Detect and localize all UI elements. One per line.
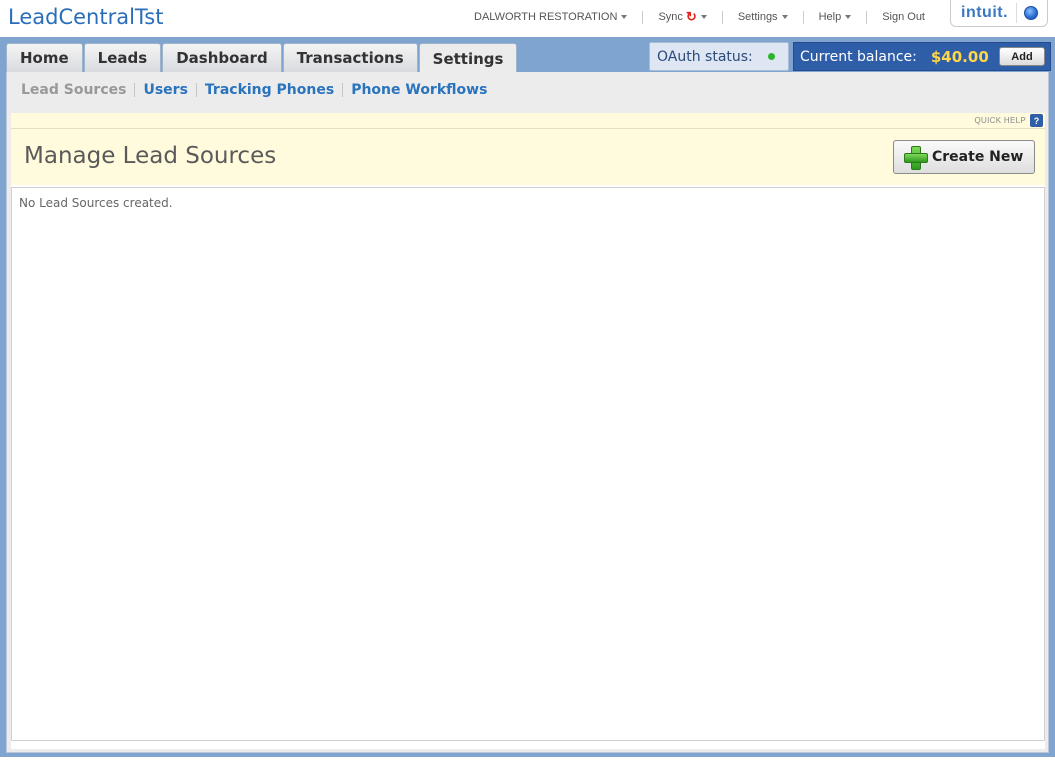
divider xyxy=(866,10,868,24)
page-title: Manage Lead Sources xyxy=(24,143,277,169)
quick-help-label[interactable]: QUICK HELP xyxy=(975,116,1026,125)
title-bar: Manage Lead Sources Create New xyxy=(11,129,1045,185)
tab-settings[interactable]: Settings xyxy=(418,43,518,73)
create-new-label: Create New xyxy=(932,149,1024,165)
divider xyxy=(1016,3,1018,23)
settings-menu-label: Settings xyxy=(737,11,778,23)
intuit-logo[interactable]: intuit. xyxy=(950,0,1048,27)
tab-transactions[interactable]: Transactions xyxy=(282,43,418,72)
oauth-status: OAuth status: xyxy=(649,42,789,71)
intuit-logo-text: intuit. xyxy=(961,4,1009,21)
add-funds-button[interactable]: Add xyxy=(999,47,1045,66)
status-dot-icon xyxy=(767,53,775,60)
subnav-users[interactable]: Users xyxy=(143,82,187,98)
sync-menu[interactable]: Sync ↻ xyxy=(658,9,707,25)
create-new-button[interactable]: Create New xyxy=(893,140,1035,174)
divider xyxy=(642,10,644,24)
company-menu-label: DALWORTH RESTORATION xyxy=(474,11,618,23)
chevron-down-icon xyxy=(700,15,707,19)
tab-home[interactable]: Home xyxy=(6,43,83,72)
main-frame: Home Leads Dashboard Transactions Settin… xyxy=(0,37,1055,757)
lead-sources-panel: QUICK HELP ? Manage Lead Sources Create … xyxy=(11,113,1045,749)
tab-dashboard[interactable]: Dashboard xyxy=(162,43,282,72)
sign-out-link[interactable]: Sign Out xyxy=(882,11,925,23)
globe-icon xyxy=(1024,6,1039,20)
divider xyxy=(721,10,723,24)
balance-panel: Current balance: $40.00 Add xyxy=(793,42,1051,71)
plus-icon xyxy=(904,146,928,170)
main-tabs: Home Leads Dashboard Transactions Settin… xyxy=(6,43,518,73)
divider xyxy=(342,83,344,97)
balance-label: Current balance: xyxy=(800,48,917,65)
company-menu[interactable]: DALWORTH RESTORATION xyxy=(474,11,628,23)
lead-sources-list: No Lead Sources created. xyxy=(11,187,1045,741)
chevron-down-icon xyxy=(845,15,852,19)
sync-menu-label: Sync xyxy=(658,11,683,23)
oauth-status-label: OAuth status: xyxy=(657,48,753,65)
settings-subnav: Lead Sources Users Tracking Phones Phone… xyxy=(21,82,487,98)
app-title[interactable]: LeadCentralTst xyxy=(8,5,163,29)
settings-content: Lead Sources Users Tracking Phones Phone… xyxy=(6,72,1049,753)
divider xyxy=(195,83,197,97)
divider xyxy=(134,83,136,97)
subnav-lead-sources[interactable]: Lead Sources xyxy=(21,82,126,98)
top-header: LeadCentralTst DALWORTH RESTORATION Sync… xyxy=(0,0,1055,37)
tab-leads[interactable]: Leads xyxy=(83,43,162,72)
help-icon[interactable]: ? xyxy=(1030,114,1043,127)
sync-icon: ↻ xyxy=(685,9,697,24)
subnav-tracking-phones[interactable]: Tracking Phones xyxy=(205,82,334,98)
subnav-phone-workflows[interactable]: Phone Workflows xyxy=(351,82,487,98)
help-menu-label: Help xyxy=(818,11,842,23)
chevron-down-icon xyxy=(621,15,628,19)
help-menu[interactable]: Help xyxy=(819,11,852,23)
balance-amount: $40.00 xyxy=(930,47,989,66)
quick-help-bar: QUICK HELP ? xyxy=(11,113,1045,129)
chevron-down-icon xyxy=(781,15,788,19)
top-nav: DALWORTH RESTORATION Sync ↻ Settings Hel… xyxy=(474,9,925,25)
settings-menu[interactable]: Settings xyxy=(738,11,788,23)
divider xyxy=(802,10,804,24)
empty-state-message: No Lead Sources created. xyxy=(19,196,173,210)
